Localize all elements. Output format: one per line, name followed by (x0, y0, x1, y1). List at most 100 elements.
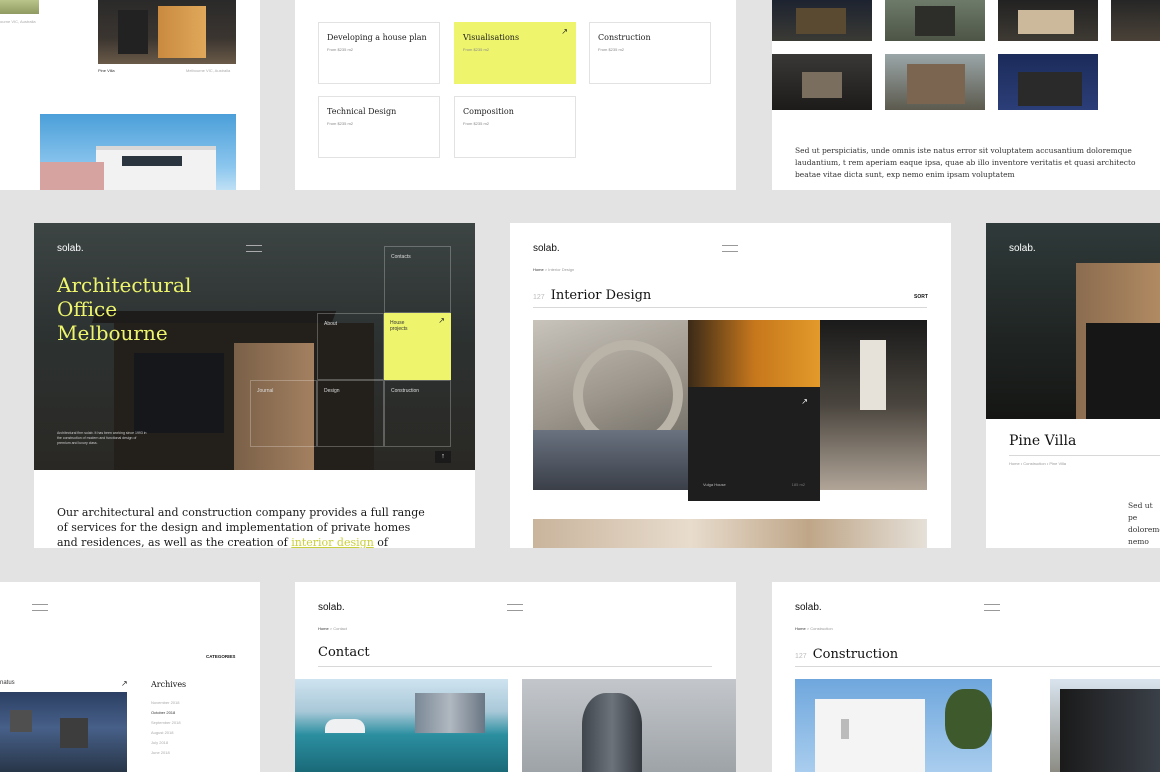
logo[interactable]: solab. (533, 243, 560, 254)
project-tile-label: Vulga House (703, 482, 726, 487)
nav-label: House projects (390, 320, 408, 332)
logo[interactable]: solab. (57, 243, 84, 254)
location-caption: ourne VIC, Australia (0, 19, 36, 24)
service-price: From $235 m2 (598, 47, 625, 52)
villa-title: Pine Villa (1009, 433, 1077, 449)
archive-link[interactable]: June 2018 (151, 748, 181, 758)
white-house-photo[interactable] (40, 114, 236, 190)
hero-title-line: Architectural (57, 273, 192, 297)
archives-list: November 2018 October 2018 September 201… (151, 698, 181, 758)
nav-design[interactable]: Design (317, 380, 384, 447)
blog-post-photo[interactable] (0, 692, 127, 772)
nav-contacts[interactable]: Contacts (384, 246, 451, 313)
breadcrumb: Home > Interior Design (533, 267, 575, 272)
project-tile-size: 185 m2 (791, 482, 805, 487)
service-composition[interactable]: Composition From $235 m2 (454, 96, 576, 158)
nav-about[interactable]: About (317, 313, 384, 380)
service-price: From $235 m2 (463, 121, 490, 126)
title-divider (795, 666, 1160, 667)
villa-caption-location: Melbourne VIC, Australia (186, 68, 231, 73)
breadcrumb: Home > Construction (795, 626, 833, 631)
page-title: 127 Construction (795, 645, 898, 663)
nav-construction[interactable]: Construction (384, 380, 451, 447)
arrow-up-right-icon[interactable]: ↗ (121, 679, 128, 688)
page-title: 127 Interior Design (533, 286, 651, 304)
breadcrumb-home[interactable]: Home (318, 626, 329, 631)
breadcrumb-current: Contact (333, 626, 348, 631)
menu-icon[interactable] (984, 604, 1000, 611)
page-title: Contact (318, 645, 370, 660)
gallery-photo[interactable] (998, 54, 1098, 110)
nav-house-projects[interactable]: House projects ↗ (384, 313, 451, 380)
service-title: Technical Design (327, 107, 397, 116)
breadcrumb-home[interactable]: Home (795, 626, 806, 631)
service-price: From $235 m2 (327, 47, 354, 52)
logo[interactable]: solab. (1009, 243, 1036, 254)
service-house-plan[interactable]: Developing a house plan From $235 m2 (318, 22, 440, 84)
logo[interactable]: solab. (795, 602, 822, 613)
logo[interactable]: solab. (318, 602, 345, 613)
project-tile[interactable]: ↗ Vulga House 185 m2 (688, 387, 820, 501)
service-visualisations[interactable]: Visualisations From $235 m2 ↗ (454, 22, 576, 84)
categories-button[interactable]: CATEGORIES (206, 654, 235, 659)
archive-link[interactable]: August 2018 (151, 728, 181, 738)
dark-house-photo[interactable] (1050, 679, 1160, 772)
post-label: natus (0, 680, 15, 686)
gallery-photo[interactable] (885, 0, 985, 41)
orange-interior-photo[interactable] (688, 320, 820, 387)
hero-title-line: Melbourne (57, 321, 168, 345)
staircase-photo[interactable] (533, 320, 688, 490)
interior-photo-bottom[interactable] (533, 519, 927, 548)
breadcrumb-current: Construction (810, 626, 833, 631)
sydney-photo[interactable] (295, 679, 508, 772)
service-title: Composition (463, 107, 514, 116)
card-hero: solab. Architectural Office Melbourne Ar… (34, 223, 475, 548)
white-villa-photo[interactable] (795, 679, 992, 772)
service-construction[interactable]: Construction From $235 m2 (589, 22, 711, 84)
pine-villa-photo[interactable] (98, 0, 236, 64)
page-number: 127 (533, 294, 545, 301)
page-title-text: Construction (812, 647, 899, 662)
nav-label: Design (324, 388, 340, 394)
gallery-photo[interactable] (998, 0, 1098, 41)
gallery-photo[interactable] (772, 0, 872, 41)
gallery-text: Sed ut perspiciatis, unde omnis iste nat… (795, 146, 1136, 179)
breadcrumb: Home • Construction • Pine Villa (1009, 461, 1066, 466)
scroll-up-button[interactable]: ↑ (435, 451, 451, 463)
gallery-photo[interactable] (1111, 0, 1160, 41)
service-title: Visualisations (463, 33, 520, 42)
title-divider (318, 666, 712, 667)
archive-link[interactable]: September 2018 (151, 718, 181, 728)
card-contact: solab. Home > Contact Contact (295, 582, 736, 772)
archive-link[interactable]: July 2018 (151, 738, 181, 748)
archive-link[interactable]: October 2018 (151, 708, 181, 718)
villa-text: Sed ut pe doloremq nemo enim (1128, 501, 1160, 546)
menu-icon[interactable] (507, 604, 523, 611)
sort-button[interactable]: SORT (914, 294, 928, 300)
breadcrumb: Home > Contact (318, 626, 348, 631)
nav-label: Journal (257, 388, 274, 394)
card-construction: solab. Home > Construction 127 Constructi… (772, 582, 1160, 772)
nav-label: About (324, 321, 338, 327)
card-pine-villa: solab. Pine Villa Home • Construction • … (986, 223, 1160, 548)
nav-journal[interactable]: Journal (250, 380, 317, 447)
service-technical-design[interactable]: Technical Design From $235 m2 (318, 96, 440, 158)
hall-photo[interactable] (820, 320, 927, 490)
arrow-up-right-icon: ↗ (561, 27, 568, 36)
service-title: Developing a house plan (327, 33, 427, 42)
breadcrumb-home[interactable]: Home (533, 267, 544, 272)
arrow-up-icon: ↑ (441, 453, 445, 460)
card-project-page: ourne VIC, Australia Pine Villa Melbourn… (0, 0, 260, 190)
small-photo-thumb[interactable] (0, 0, 39, 14)
card-gallery: Sed ut perspiciatis, unde omnis iste nat… (772, 0, 1160, 190)
nav-label: Construction (391, 388, 420, 394)
archive-link[interactable]: November 2018 (151, 698, 181, 708)
gallery-photo[interactable] (772, 54, 872, 110)
interior-design-link[interactable]: interior design (291, 536, 374, 548)
menu-icon[interactable] (246, 245, 262, 252)
gallery-photo[interactable] (885, 54, 985, 110)
menu-icon[interactable] (32, 604, 48, 611)
tower-photo[interactable] (522, 679, 736, 772)
title-divider (533, 307, 927, 308)
menu-icon[interactable] (722, 245, 738, 252)
